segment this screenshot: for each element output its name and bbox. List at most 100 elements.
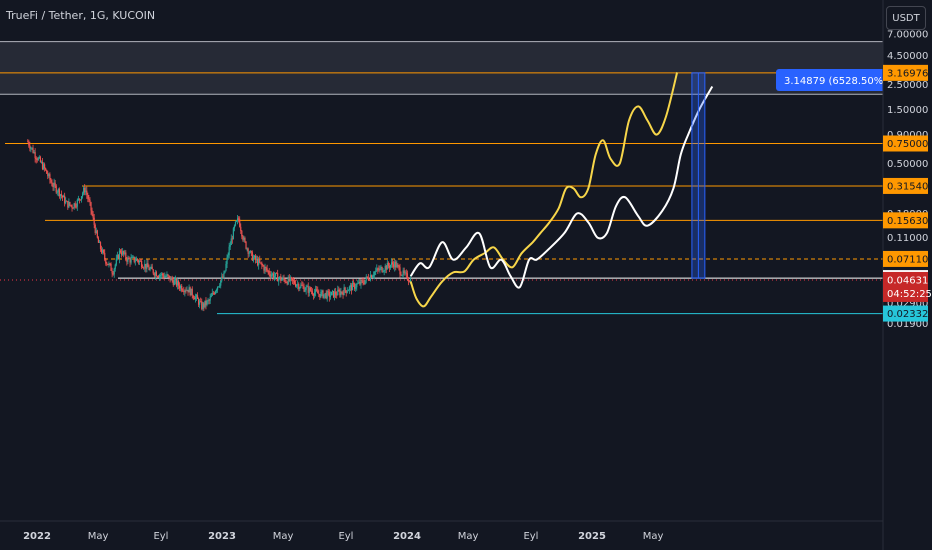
candle-body (119, 250, 122, 253)
candle-body (210, 295, 212, 298)
candle-body (162, 273, 164, 276)
candle-body (315, 289, 317, 293)
candle-body (319, 294, 321, 298)
candle-body (72, 207, 74, 209)
candle-body (67, 201, 69, 208)
price-axis[interactable]: 7.000004.500002.500001.500000.900000.500… (882, 0, 932, 550)
candle-body (112, 273, 114, 275)
y-tick-label: 1.50000 (887, 105, 928, 116)
candle-body (80, 196, 83, 200)
candle-body (249, 250, 251, 253)
candle-body (335, 291, 337, 295)
candle-body (310, 290, 313, 292)
candle-body (344, 287, 346, 291)
candle-body (103, 249, 105, 253)
candle-body (324, 293, 326, 295)
candle-body (355, 287, 357, 289)
candle-body (225, 263, 227, 271)
candle-body (378, 269, 380, 271)
candle-body (131, 256, 133, 258)
candle-body (144, 263, 146, 268)
candle-body (280, 276, 282, 281)
candle-body (29, 145, 31, 149)
candle-body (334, 291, 336, 298)
candle-body (203, 303, 205, 307)
y-tick-label: 7.00000 (887, 30, 928, 41)
candle-body (379, 267, 381, 271)
candle-body (363, 283, 365, 285)
candle-body (166, 274, 168, 277)
candle-body (263, 266, 265, 271)
candle-body (232, 228, 234, 240)
candle-body (117, 255, 120, 259)
candle-body (397, 264, 399, 266)
candle-body (213, 293, 215, 295)
candle-body (122, 251, 124, 255)
chart-canvas[interactable]: 3.14879 (6528.50%) 3148 7.00000 4.50000 2.… (0, 0, 932, 550)
x-tick-label: May (458, 531, 479, 542)
candle-body (116, 255, 118, 259)
x-tick-label: May (643, 531, 664, 542)
candle-body (365, 276, 367, 281)
candle-body (381, 266, 383, 272)
candle-body (192, 295, 194, 298)
candle-body (165, 276, 167, 277)
candle-body (181, 285, 183, 291)
candle-body (328, 291, 330, 298)
candle-body (96, 230, 98, 238)
candle-body (135, 258, 137, 261)
candle-body (27, 141, 29, 143)
candle-body (128, 257, 130, 259)
candle-body (114, 264, 116, 269)
time-axis[interactable]: 2022 May Eyl 2023 May Eyl 2024 May Eyl 2025 May (0, 520, 883, 542)
candle-body (367, 277, 369, 280)
candle-body (230, 238, 232, 246)
candle-body (382, 271, 384, 273)
candle-body (175, 278, 178, 286)
candle-body (95, 230, 97, 233)
level-label: 0.07110 (887, 254, 928, 265)
candle-body (338, 289, 340, 291)
candle-body (309, 287, 311, 291)
x-tick-label: 2023 (208, 531, 236, 542)
candle-body (220, 280, 222, 286)
candle-body (105, 258, 107, 264)
candle-body (186, 289, 188, 291)
candle-body (398, 265, 400, 268)
candle-body (236, 218, 239, 221)
candle-body (332, 290, 335, 298)
x-tick-label: Eyl (523, 531, 538, 542)
candle-body (56, 191, 58, 193)
candle-body (64, 195, 66, 204)
candle-body (284, 279, 286, 283)
candle-body (318, 293, 320, 295)
candle-body (393, 264, 395, 268)
candle-body (317, 290, 319, 294)
candle-body (185, 290, 187, 292)
candle-body (278, 278, 280, 282)
candle-body (77, 198, 79, 200)
candle-body (293, 280, 296, 284)
candle-body (366, 276, 368, 278)
candle-body (149, 268, 151, 271)
candle-body (369, 275, 372, 281)
candle-body (168, 275, 170, 277)
candle-body (298, 284, 300, 289)
candle-body (337, 289, 339, 296)
candle-body (141, 261, 143, 268)
candle-body (401, 275, 403, 276)
candle-body (31, 147, 33, 149)
candle-body (173, 280, 175, 285)
candle-body (69, 202, 71, 206)
candle-body (343, 287, 345, 296)
candle-body (107, 263, 109, 265)
candle-body (157, 276, 160, 278)
currency-button[interactable]: USDT (886, 6, 926, 30)
candle-body (66, 200, 68, 202)
candle-body (199, 301, 201, 305)
candle-body (311, 291, 314, 295)
candle-body (357, 283, 359, 285)
candle-body (400, 274, 402, 276)
candle-body (235, 220, 238, 222)
candle-body (34, 152, 36, 159)
